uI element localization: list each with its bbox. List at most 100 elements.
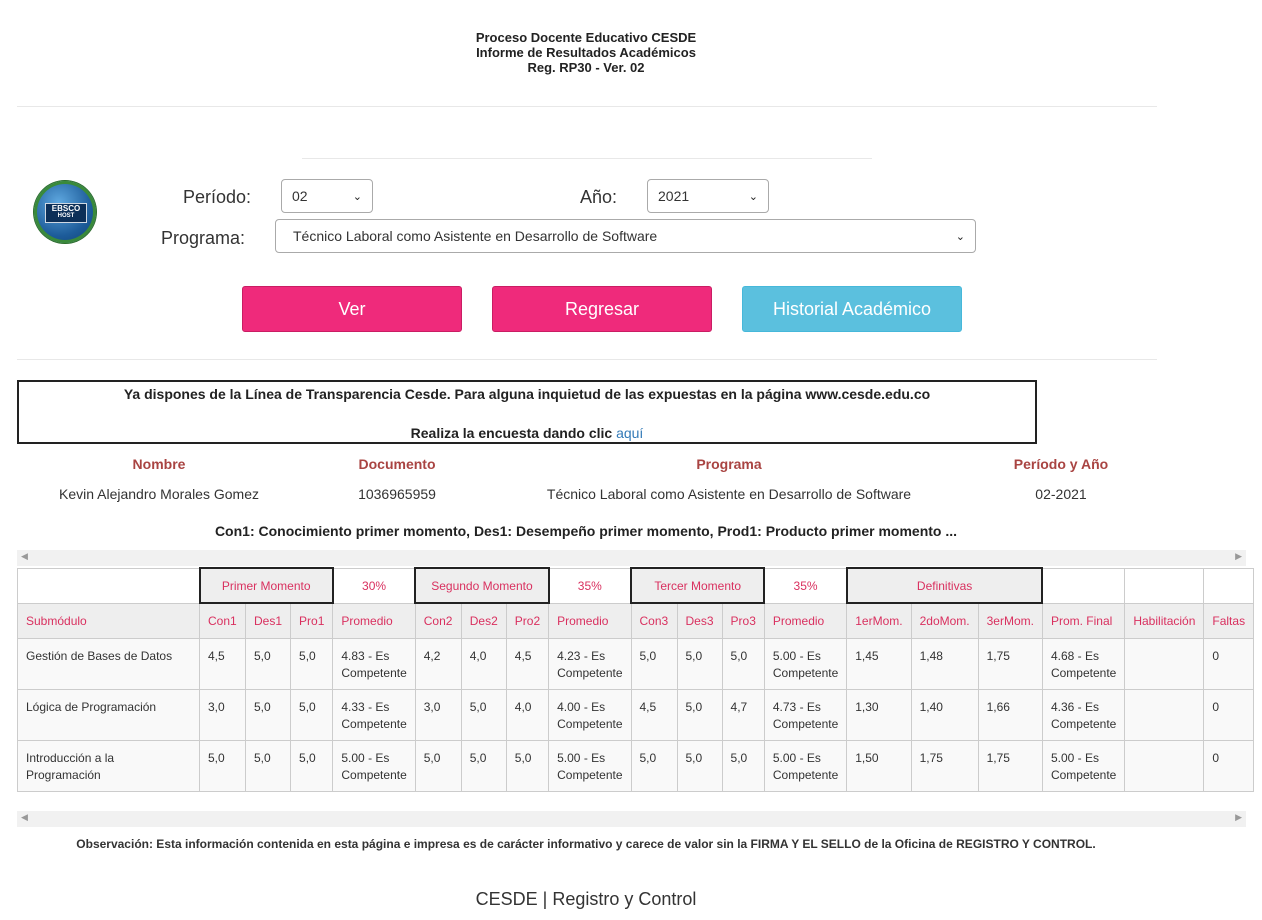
column-header: Con3: [630, 602, 678, 639]
survey-link[interactable]: aquí: [616, 425, 643, 441]
tercer-momento-percent: 35%: [763, 567, 848, 604]
average-value: 5.00 - Es: [772, 750, 821, 765]
grade-cell: 5,0: [630, 637, 678, 690]
anio-select-value: 2021: [658, 188, 690, 204]
programa-select[interactable]: Técnico Laboral como Asistente en Desarr…: [275, 219, 976, 253]
grade-cell: 3,0: [199, 688, 246, 741]
grade-cell: 5,0: [460, 739, 507, 792]
ebsco-logo: EBSCO HOST: [34, 181, 96, 243]
grade-cell: 4,0: [460, 637, 507, 690]
historial-academico-button[interactable]: Historial Académico: [742, 286, 962, 332]
average-status: Competente: [341, 767, 407, 782]
submodulo-cell: Lógica de Programación: [17, 688, 200, 741]
moment-final-cell: 1,30: [846, 688, 912, 741]
average-value: 5.00 - Es: [341, 750, 390, 765]
anio-label: Año:: [580, 187, 618, 207]
logo-text: EBSCO: [51, 204, 81, 213]
grade-cell: 5,0: [290, 637, 334, 690]
arrow-left-icon[interactable]: ◀: [21, 812, 28, 823]
average-cell: 5.00 - Es Competente: [548, 739, 632, 792]
abbreviation-legend: Con1: Conocimiento primer momento, Des1:…: [214, 523, 958, 539]
arrow-right-icon[interactable]: ▶: [1235, 812, 1242, 823]
anio-select[interactable]: 2021 ⌄: [647, 179, 769, 213]
grade-cell: 5,0: [414, 739, 462, 792]
horizontal-scrollbar[interactable]: ◀ ▶: [17, 550, 1246, 566]
average-value: 5.00 - Es: [772, 648, 821, 663]
empty-cell: [1124, 567, 1205, 604]
nombre-header: Nombre: [132, 456, 186, 472]
report-header: Proceso Docente Educativo CESDE Informe …: [0, 30, 1172, 75]
table-row: Gestión de Bases de Datos 4,5 5,0 5,0 4.…: [17, 637, 1255, 690]
moment-final-cell: 1,75: [977, 637, 1043, 690]
final-average-cell: 4.36 - Es Competente: [1041, 688, 1126, 741]
segundo-momento-header: Segundo Momento: [414, 567, 550, 604]
moment-final-cell: 1,48: [910, 637, 979, 690]
column-header: Faltas: [1203, 602, 1255, 639]
average-status: Competente: [772, 716, 839, 731]
header-line-2: Informe de Resultados Académicos: [476, 45, 696, 60]
average-cell: 5.00 - Es Competente: [763, 739, 848, 792]
moment-final-cell: 1,66: [977, 688, 1043, 741]
logo-subtext: HOST: [57, 213, 75, 219]
programa-value: Técnico Laboral como Asistente en Desarr…: [546, 486, 912, 502]
average-status: Competente: [341, 665, 407, 680]
grade-cell: 5,0: [290, 739, 334, 792]
primer-momento-percent: 30%: [332, 567, 416, 604]
column-header: 3erMom.: [977, 602, 1043, 639]
moment-final-cell: 1,75: [910, 739, 979, 792]
periodo-header: Período y Año: [1013, 456, 1109, 472]
documento-header: Documento: [358, 456, 436, 472]
average-value: 5.00 - Es: [557, 750, 606, 765]
tercer-momento-header: Tercer Momento: [629, 567, 766, 604]
grade-cell: 5,0: [721, 637, 765, 690]
moment-final-cell: 1,45: [846, 637, 912, 690]
periodo-select-value: 02: [292, 188, 308, 204]
column-header: Pro3: [721, 602, 765, 639]
column-header: Prom. Final: [1041, 602, 1126, 639]
final-value: 5.00 - Es: [1050, 750, 1099, 765]
regresar-button[interactable]: Regresar: [492, 286, 712, 332]
empty-cell: [1041, 567, 1126, 604]
column-header: Con2: [414, 602, 462, 639]
periodo-select[interactable]: 02 ⌄: [281, 179, 373, 213]
column-header: Pro2: [505, 602, 550, 639]
footer-text: CESDE | Registro y Control: [475, 889, 697, 909]
empty-cell: [1203, 567, 1255, 604]
nombre-value: Kevin Alejandro Morales Gomez: [59, 486, 259, 502]
arrow-left-icon[interactable]: ◀: [21, 551, 28, 562]
grade-cell: 4,0: [505, 688, 550, 741]
habilitacion-cell: [1124, 739, 1205, 792]
average-cell: 5.00 - Es Competente: [763, 637, 848, 690]
average-cell: 4.00 - Es Competente: [548, 688, 632, 741]
moment-final-cell: 1,40: [910, 688, 979, 741]
programa-label: Programa:: [161, 228, 246, 248]
header-line-3: Reg. RP30 - Ver. 02: [527, 60, 645, 75]
grades-table: Primer Momento 30% Segundo Momento 35% T…: [17, 567, 1255, 792]
periodo-value: 02-2021: [1035, 486, 1087, 502]
average-value: 4.83 - Es: [341, 648, 390, 663]
moment-final-cell: 1,50: [846, 739, 912, 792]
average-value: 4.00 - Es: [557, 699, 606, 714]
divider: [17, 106, 1157, 107]
moments-row: Primer Momento 30% Segundo Momento 35% T…: [17, 567, 1255, 604]
grade-cell: 4,5: [630, 688, 678, 741]
column-header: Submódulo: [17, 602, 200, 639]
chevron-down-icon: ⌄: [352, 190, 362, 203]
grade-cell: 5,0: [676, 739, 723, 792]
ver-button[interactable]: Ver: [242, 286, 462, 332]
average-status: Competente: [557, 767, 623, 782]
table-row: Introducción a la Programación 5,0 5,0 5…: [17, 739, 1255, 792]
average-status: Competente: [557, 716, 623, 731]
arrow-right-icon[interactable]: ▶: [1235, 551, 1242, 562]
final-average-cell: 4.68 - Es Competente: [1041, 637, 1126, 690]
average-value: 4.33 - Es: [341, 699, 390, 714]
grade-cell: 3,0: [414, 688, 462, 741]
grade-cell: 4,2: [414, 637, 462, 690]
horizontal-scrollbar[interactable]: ◀ ▶: [17, 811, 1246, 827]
periodo-label: Período:: [183, 187, 252, 207]
average-status: Competente: [772, 665, 839, 680]
grade-cell: 5,0: [721, 739, 765, 792]
grade-cell: 5,0: [199, 739, 246, 792]
column-header: Des1: [244, 602, 292, 639]
observation-text: Observación: Esta información contenida …: [76, 837, 1096, 851]
